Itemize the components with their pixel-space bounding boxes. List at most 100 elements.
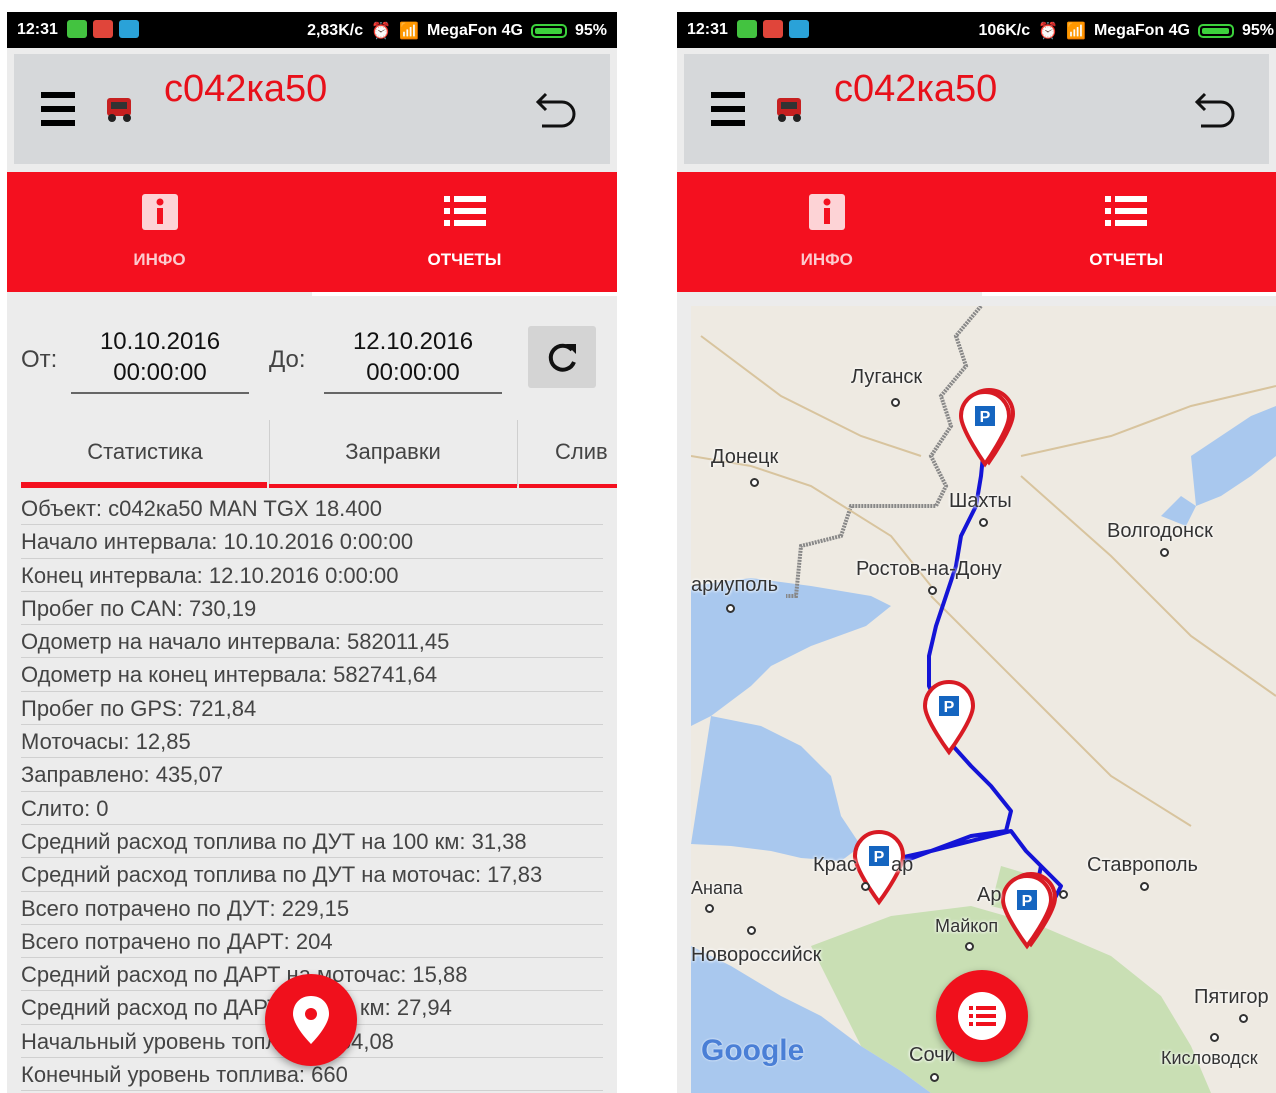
city-marker [891, 398, 900, 407]
refresh-icon [548, 343, 576, 372]
carrier-name: MegaFon 4G [1093, 22, 1190, 39]
status-time: 12:31 [687, 21, 728, 38]
city-label: Крас [813, 854, 857, 876]
stat-row: Слито: 0 [21, 792, 603, 825]
mail-icon [763, 20, 783, 38]
city-marker [705, 904, 714, 913]
battery-level: 95% [1241, 22, 1274, 39]
city-label: Пятигор [1194, 986, 1269, 1008]
tab-reports[interactable]: ОТЧЕТЫ [312, 172, 617, 292]
parking-marker[interactable]: P [959, 388, 1015, 468]
alarm-icon: ⏰ [1038, 23, 1059, 40]
parking-icon: P [944, 699, 955, 716]
from-date: 10.10.2016 [99, 328, 221, 355]
tab-statistics[interactable]: Статистика [21, 420, 270, 486]
list-icon [1105, 196, 1148, 226]
app-toolbar: с042ка50 [684, 54, 1269, 164]
refresh-button[interactable] [528, 326, 596, 388]
mail-icon [93, 20, 113, 38]
tab-info[interactable]: ИНФО [7, 172, 312, 292]
tab-reports[interactable]: ОТЧЕТЫ [977, 172, 1276, 292]
date-filter: От: 10.10.2016 00:00:00 До: 12.10.2016 0… [7, 296, 617, 426]
city-marker [861, 882, 870, 891]
parking-icon: P [874, 849, 885, 866]
network-speed: 2,83K/c [307, 22, 364, 39]
vehicle-plate: с042ка50 [164, 68, 328, 110]
city-label: ариуполь [691, 574, 779, 596]
from-label: От: [21, 346, 58, 373]
active-subtab-indicator [21, 482, 267, 488]
city-label: Анапа [691, 878, 743, 898]
menu-icon[interactable] [41, 92, 75, 126]
truck-icon [777, 98, 801, 122]
truck-icon [107, 98, 131, 122]
battery-icon [530, 24, 567, 38]
message-icon [789, 20, 809, 38]
parking-marker[interactable]: P [923, 680, 975, 756]
app-toolbar: с042ка50 [14, 54, 610, 164]
stat-row: Всего потрачено по ДУТ: 229,15 [21, 892, 603, 925]
stat-row: Пробег по CAN: 730,19 [21, 592, 603, 626]
app-notification-icon [737, 20, 757, 38]
active-tab-indicator [982, 292, 1276, 296]
city-label: Ар [977, 884, 1002, 906]
city-marker [747, 926, 756, 935]
city-marker [1160, 548, 1169, 557]
show-map-button[interactable] [265, 974, 357, 1066]
status-bar: 12:31 2,83K/c ⏰ 📶 MegaFon 4G 95% [7, 12, 617, 48]
city-label: Донецк [711, 446, 779, 468]
city-label: Новороссийск [691, 944, 822, 966]
stat-row: Одометр на конец интервала: 582741,64 [21, 658, 603, 692]
stat-row: Всего потрачено по ДАРТ: 204 [21, 925, 603, 959]
from-time: 00:00:00 [113, 359, 207, 386]
back-icon[interactable] [532, 84, 580, 132]
stat-row: Заправлено: 435,07 [21, 758, 603, 792]
app-notification-icon [67, 20, 87, 38]
google-logo: Google [701, 1034, 805, 1067]
list-icon [958, 992, 1006, 1040]
back-icon[interactable] [1191, 84, 1239, 132]
stat-row: Средний расход топлива по ДУТ на 100 км:… [21, 825, 603, 859]
stat-row: Объект: с042ка50 MAN TGX 18.400 [21, 492, 603, 526]
to-datetime-field[interactable]: 12.10.2016 00:00:00 [324, 326, 502, 394]
location-pin-icon [293, 996, 329, 1044]
stat-row: Моточасы: 12,85 [21, 725, 603, 759]
battery-icon [1197, 24, 1234, 38]
city-label: ар [891, 854, 914, 876]
list-icon [443, 196, 486, 226]
map-screen: 12:31 106K/c ⏰ 📶 MegaFon 4G 95% с042ка50 [677, 12, 1276, 1093]
city-marker [1239, 1014, 1248, 1023]
stat-row: Пробег по GPS: 721,84 [21, 692, 603, 726]
message-icon [119, 20, 139, 38]
parking-icon: P [1022, 893, 1033, 910]
alarm-icon: ⏰ [371, 23, 392, 40]
tab-info[interactable]: ИНФО [677, 172, 977, 292]
city-marker [1059, 890, 1068, 899]
parking-icon: P [980, 409, 991, 426]
city-marker [726, 604, 735, 613]
info-icon [808, 194, 845, 230]
city-marker [1140, 882, 1149, 891]
stat-row: Средний расход топлива по ДУТ на моточас… [21, 858, 603, 892]
city-marker [750, 478, 759, 487]
info-icon [141, 194, 178, 230]
main-tabs: ИНФО ОТЧЕТЫ [7, 172, 617, 296]
tab-refuels[interactable]: Заправки [269, 420, 518, 486]
status-bar: 12:31 106K/c ⏰ 📶 MegaFon 4G 95% [677, 12, 1276, 48]
from-datetime-field[interactable]: 10.10.2016 00:00:00 [71, 326, 249, 394]
parking-marker[interactable]: P [1001, 872, 1057, 950]
city-label: Луганск [851, 366, 923, 388]
main-tabs: ИНФО ОТЧЕТЫ [677, 172, 1276, 296]
tab-drains[interactable]: Слив [517, 420, 617, 486]
status-time: 12:31 [17, 21, 58, 38]
to-label: До: [269, 346, 306, 373]
tab-reports-label: ОТЧЕТЫ [1089, 250, 1164, 269]
stat-row: Конец интервала: 12.10.2016 0:00:00 [21, 559, 603, 592]
stat-row: Одометр на начало интервала: 582011,45 [21, 625, 603, 659]
wifi-icon: 📶 [399, 23, 419, 40]
network-speed: 106K/c [978, 22, 1031, 39]
show-report-button[interactable] [936, 970, 1028, 1062]
to-date: 12.10.2016 [352, 328, 474, 355]
city-label: Волгодонск [1107, 520, 1213, 542]
menu-icon[interactable] [711, 92, 745, 126]
